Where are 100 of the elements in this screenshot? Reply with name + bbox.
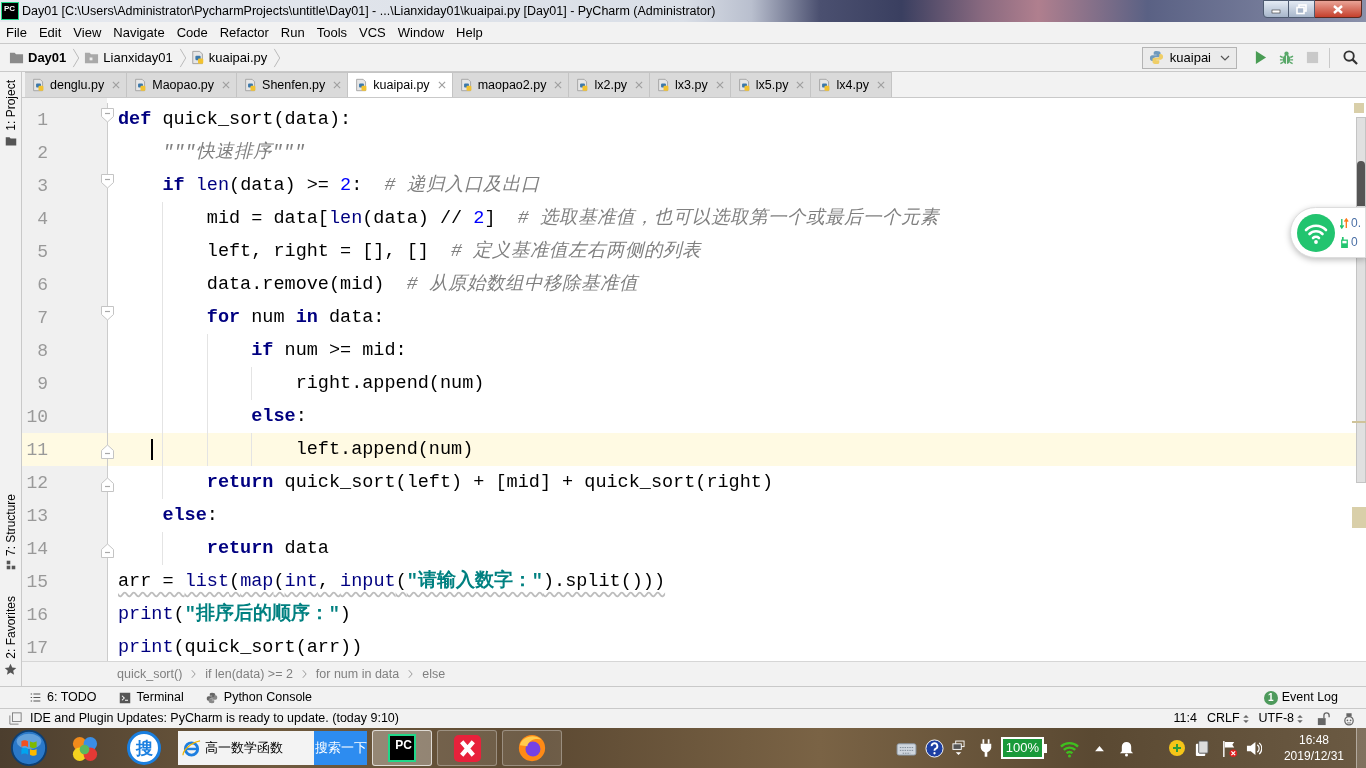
scrollbar-thumb[interactable] xyxy=(1357,161,1365,206)
line-number: 4 xyxy=(37,207,48,230)
taskbar-button[interactable] xyxy=(502,730,562,766)
error-stripe-marker[interactable] xyxy=(1352,421,1366,423)
close-tab-icon[interactable] xyxy=(554,81,563,89)
status-message: IDE and Plugin Updates: PyCharm is ready to update. (today 9:10) xyxy=(30,710,399,728)
menu-item[interactable]: Refactor xyxy=(213,22,275,43)
open-lock-icon[interactable] xyxy=(1317,711,1330,726)
run-config-dropdown[interactable]: kuaipai xyxy=(1141,46,1237,69)
fold-marker-icon[interactable] xyxy=(101,306,114,321)
restore-icon xyxy=(1296,3,1307,15)
editor-tab[interactable]: kuaipai.py xyxy=(348,72,453,97)
editor-tab[interactable]: lx4.py xyxy=(811,72,893,97)
plug-icon[interactable] xyxy=(978,738,993,758)
tool-window-button[interactable]: Terminal xyxy=(118,688,184,707)
menu-item[interactable]: Window xyxy=(391,22,451,43)
fold-marker-icon[interactable] xyxy=(101,174,114,189)
up-down-arrows-icon xyxy=(1242,713,1249,724)
editor-tab[interactable]: lx5.py xyxy=(730,72,812,97)
taskbar-button[interactable] xyxy=(437,730,497,766)
help-icon[interactable] xyxy=(924,738,944,758)
menu-item[interactable]: Run xyxy=(274,22,311,43)
close-tab-icon[interactable] xyxy=(796,81,805,89)
close-tab-icon[interactable] xyxy=(437,81,446,89)
line-number: 14 xyxy=(26,537,48,560)
code-breadcrumb[interactable]: for num in data xyxy=(315,664,400,684)
close-button[interactable] xyxy=(1315,0,1362,18)
documents-icon[interactable] xyxy=(1193,739,1209,757)
close-tab-icon[interactable] xyxy=(877,81,886,89)
search-icon[interactable] xyxy=(1343,50,1358,65)
search-field[interactable]: 高一数学函数 xyxy=(178,731,314,765)
code-line: for num in data: xyxy=(206,306,385,329)
menu-item[interactable]: VCS xyxy=(353,22,392,43)
line-number: 8 xyxy=(37,339,48,362)
editor-tab[interactable]: Maopao.py xyxy=(127,72,238,97)
fold-marker-icon[interactable] xyxy=(101,108,114,123)
line-number: 10 xyxy=(26,405,48,428)
editor-tab[interactable]: lx3.py xyxy=(650,72,731,97)
close-tab-icon[interactable] xyxy=(715,81,724,89)
tool-window-button[interactable]: 1: Project xyxy=(3,80,18,147)
menu-item[interactable]: Edit xyxy=(32,22,68,43)
close-tab-icon[interactable] xyxy=(222,81,231,89)
window-switch-icon[interactable] xyxy=(951,740,965,756)
plus-disc-icon[interactable] xyxy=(1167,739,1186,757)
editor-tab[interactable]: lx2.py xyxy=(569,72,651,97)
message-square-icon[interactable] xyxy=(9,712,22,725)
line-separator-selector[interactable]: CRLF xyxy=(1206,709,1249,728)
code-breadcrumb[interactable]: else xyxy=(422,664,446,684)
tool-window-button[interactable]: 2: Favorites xyxy=(3,596,18,676)
bug-icon[interactable] xyxy=(1279,50,1294,65)
code-breadcrumb[interactable]: quick_sort() xyxy=(117,664,183,684)
up-arrow-icon[interactable] xyxy=(1093,744,1105,752)
line-number: 13 xyxy=(26,504,48,527)
close-tab-icon[interactable] xyxy=(635,81,644,89)
line-number: 12 xyxy=(26,471,48,494)
editor-tab[interactable]: maopao2.py xyxy=(452,72,570,97)
folder-icon xyxy=(4,134,17,147)
menu-item[interactable]: Tools xyxy=(310,22,354,43)
menu-item[interactable]: Navigate xyxy=(107,22,171,43)
line-number: 7 xyxy=(37,306,48,329)
restore-button[interactable] xyxy=(1289,0,1315,18)
close-tab-icon[interactable] xyxy=(112,81,121,89)
code-line: def quick_sort(data): xyxy=(118,108,352,131)
menu-item[interactable]: File xyxy=(0,22,33,43)
python-file-icon xyxy=(459,78,473,92)
event-log-button[interactable]: 1 Event Log xyxy=(1263,688,1366,707)
close-tab-icon[interactable] xyxy=(333,81,342,89)
fold-marker-icon[interactable] xyxy=(101,444,114,459)
fold-marker-icon[interactable] xyxy=(101,477,114,492)
encoding-selector[interactable]: UTF-8 xyxy=(1258,709,1303,728)
code-breadcrumb[interactable]: if len(data) >= 2 xyxy=(205,664,293,684)
caret-position[interactable]: 11:4 xyxy=(1173,709,1197,728)
speaker-icon[interactable] xyxy=(1245,739,1262,757)
line-number: 5 xyxy=(37,240,48,263)
hat-head-icon[interactable] xyxy=(1342,711,1356,726)
bell-icon[interactable] xyxy=(1118,739,1134,757)
tool-window-button[interactable]: 6: TODO xyxy=(30,688,97,707)
editor-tab[interactable]: denglu.py xyxy=(25,72,128,97)
breadcrumb-item[interactable]: Lianxiday01 xyxy=(84,46,173,69)
show-desktop-button[interactable] xyxy=(1356,728,1366,768)
breadcrumb-item[interactable]: kuaipai.py xyxy=(190,46,268,69)
breadcrumb-item[interactable]: Day01 xyxy=(9,46,67,69)
flag-error-icon[interactable] xyxy=(1220,739,1238,757)
run-icon[interactable] xyxy=(1254,50,1267,65)
search-launcher-button[interactable]: 搜 xyxy=(127,731,161,765)
tool-window-button[interactable]: Python Console xyxy=(205,688,313,707)
python-file-icon xyxy=(355,78,369,92)
wifi-icon[interactable] xyxy=(1297,213,1335,252)
fold-marker-icon[interactable] xyxy=(101,543,114,558)
code-line: left.append(num) xyxy=(295,438,474,461)
menu-item[interactable]: View xyxy=(67,22,108,43)
editor-tab[interactable]: Shenfen.py xyxy=(237,72,349,97)
minimize-button[interactable] xyxy=(1263,0,1289,18)
menu-item[interactable]: Code xyxy=(170,22,214,43)
battery-indicator[interactable]: 100% xyxy=(1000,737,1047,759)
taskbar-button[interactable]: PC xyxy=(372,730,432,766)
tool-window-button[interactable]: 7: Structure xyxy=(3,494,18,571)
chevron-icon xyxy=(273,47,282,68)
menu-item[interactable]: Help xyxy=(450,22,489,43)
error-stripe-marker[interactable] xyxy=(1352,507,1366,528)
